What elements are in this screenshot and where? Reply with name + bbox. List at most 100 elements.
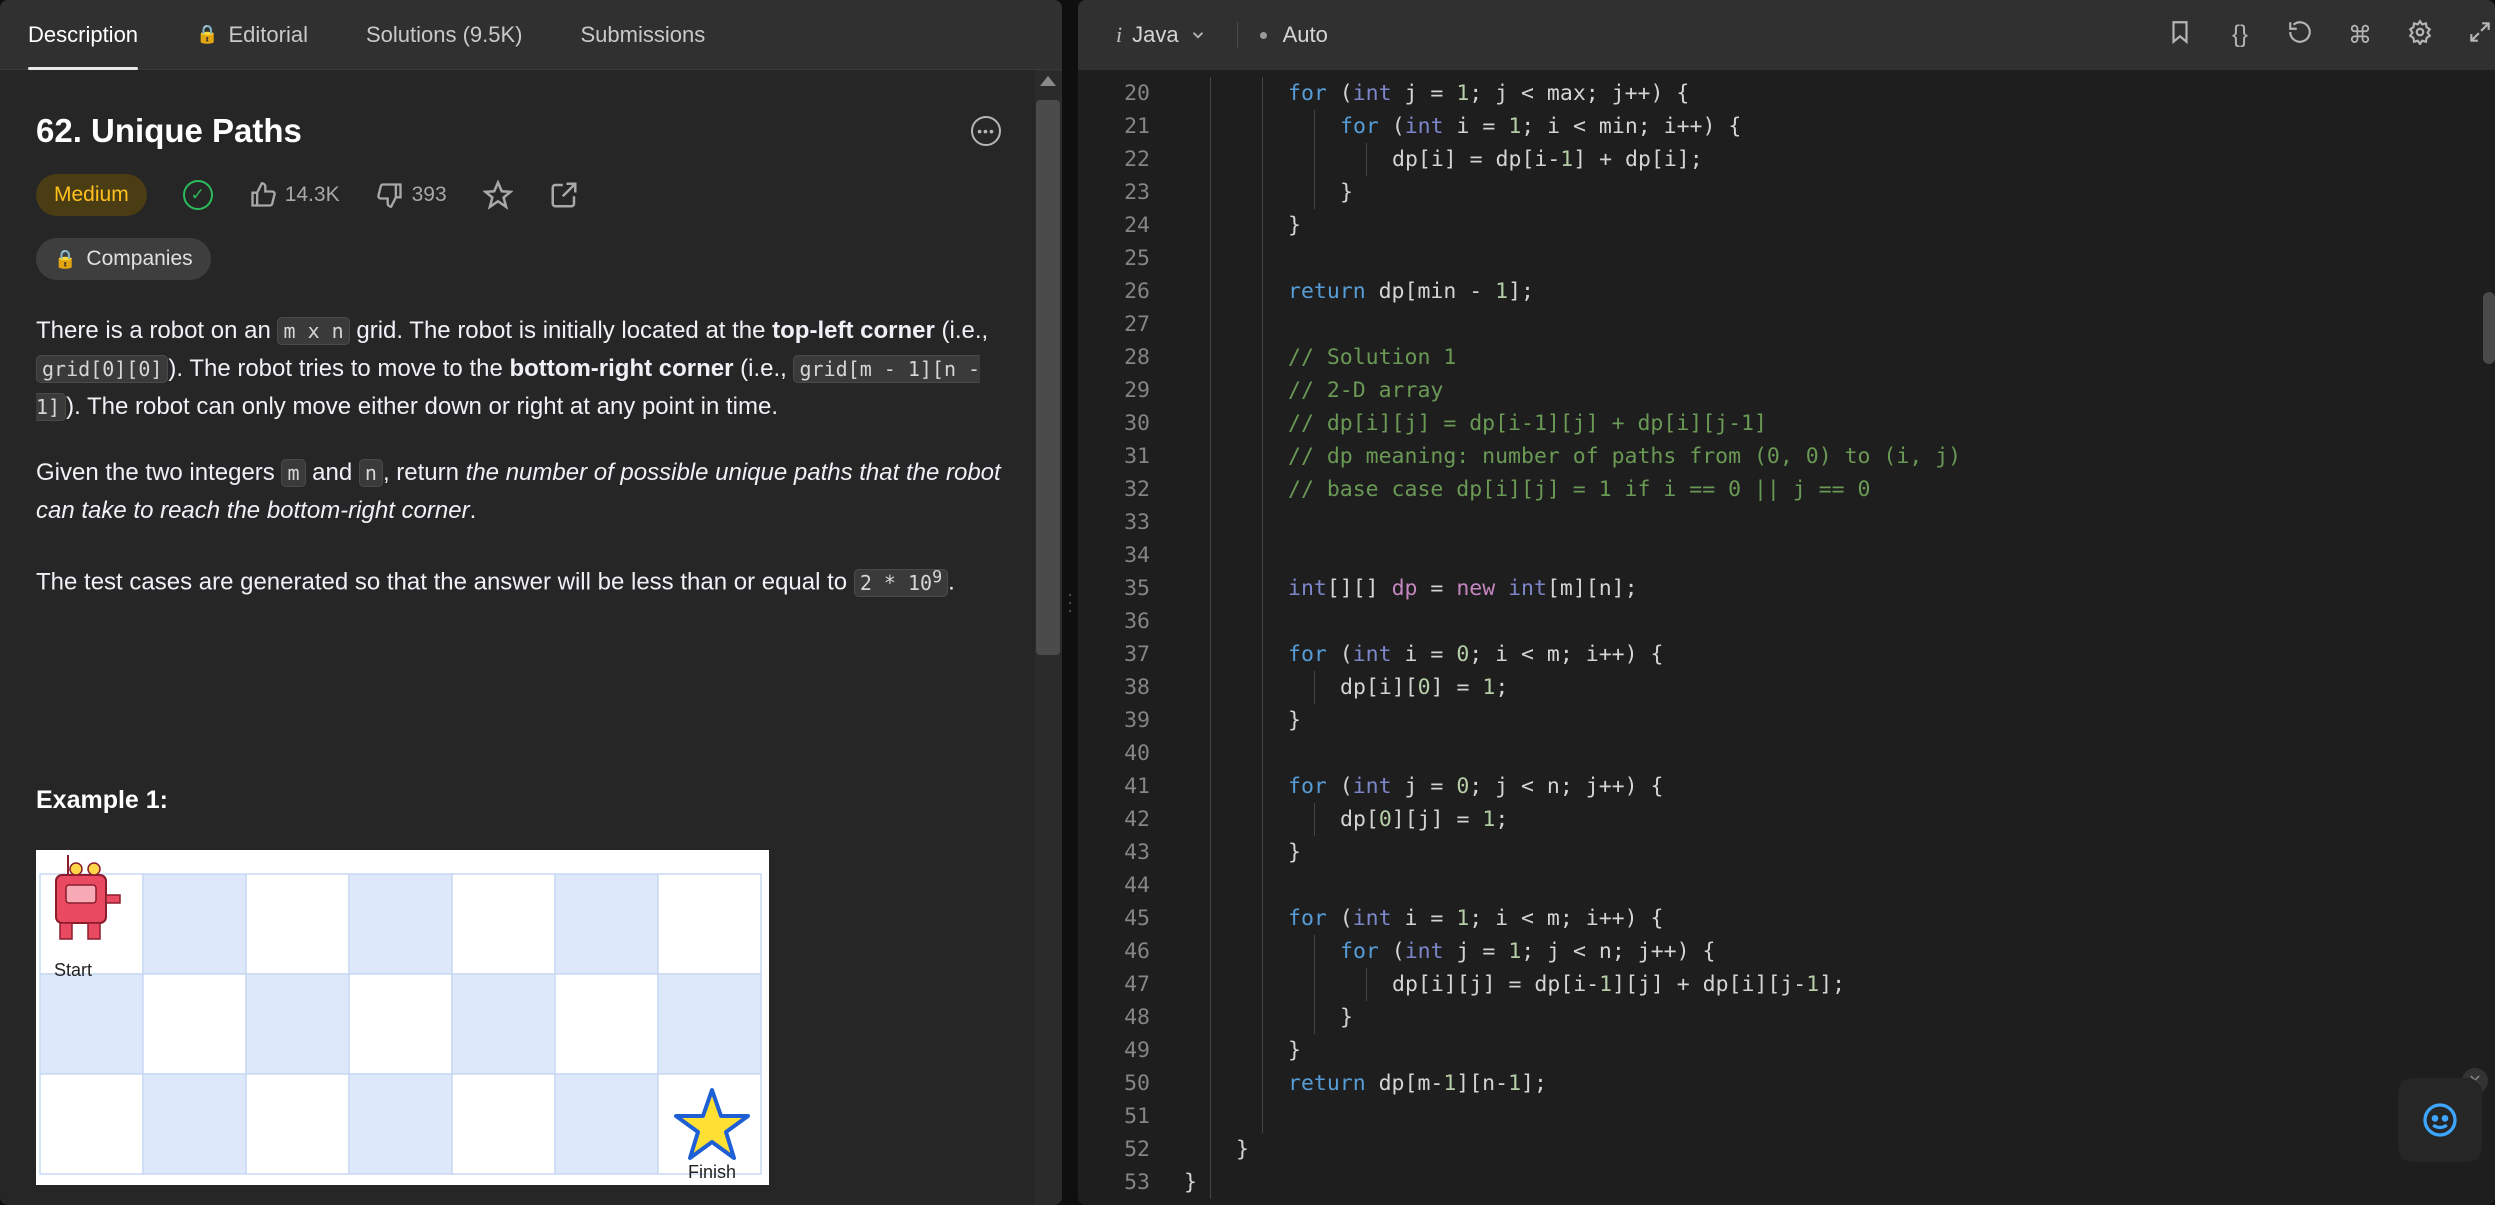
bookmark-icon[interactable] xyxy=(2165,19,2195,52)
expand-icon[interactable] xyxy=(2465,19,2495,52)
star-icon xyxy=(482,180,513,210)
line-number: 25 xyxy=(1124,246,1150,271)
code-text: dp[i] = dp[i-1] + dp[i]; xyxy=(1392,147,1703,172)
inline-code: m xyxy=(281,459,306,487)
language-label: Java xyxy=(1132,22,1179,47)
editor-tools: {} ⌘ xyxy=(2165,0,2495,70)
start-label: Start xyxy=(54,960,92,980)
tab-description[interactable]: Description xyxy=(28,0,139,70)
description-panel: Description 🔒 Editorial Solutions (9.5K) … xyxy=(0,0,1062,1205)
line-number: 50 xyxy=(1124,1071,1150,1096)
format-braces-icon[interactable]: {} xyxy=(2225,21,2255,49)
language-selector[interactable]: i Java xyxy=(1116,22,1207,48)
more-options-icon[interactable]: ••• xyxy=(971,116,1001,146)
line-number: 49 xyxy=(1124,1038,1150,1063)
code-text: // dp meaning: number of paths from (0, … xyxy=(1288,444,1962,469)
grid-cell xyxy=(348,1073,453,1175)
example-title: Example 1: xyxy=(36,786,169,814)
code-text: } xyxy=(1236,1137,1249,1162)
editor-scrollbar-thumb[interactable] xyxy=(2483,292,2495,364)
grid-cell xyxy=(245,1073,350,1175)
indent-guide xyxy=(1210,77,1211,1199)
line-number: 47 xyxy=(1124,972,1150,997)
line-number: 52 xyxy=(1124,1137,1150,1162)
status-dot-icon xyxy=(1259,31,1267,39)
grid-cell xyxy=(142,973,247,1075)
tab-label: Submissions xyxy=(580,21,706,47)
solved-status: ✓ xyxy=(182,180,213,210)
line-number: 40 xyxy=(1124,741,1150,766)
code-text: for (int j = 1; j < n; j++) { xyxy=(1340,939,1716,964)
chevron-down-icon xyxy=(1192,32,1203,39)
favorite-button[interactable] xyxy=(482,180,513,210)
code-text: for (int i = 1; i < min; i++) { xyxy=(1340,114,1742,139)
reset-icon[interactable] xyxy=(2285,19,2315,52)
code-text: for (int j = 0; j < n; j++) { xyxy=(1288,774,1664,799)
grid-cell xyxy=(657,973,762,1075)
share-icon xyxy=(551,182,577,208)
line-number: 37 xyxy=(1124,642,1150,667)
inline-code: m x n xyxy=(277,317,350,345)
line-number: 33 xyxy=(1124,510,1150,535)
companies-label: Companies xyxy=(86,247,193,270)
code-text: dp[0][j] = 1; xyxy=(1340,807,1509,832)
code-text: } xyxy=(1184,1170,1197,1195)
scroll-up-arrow-icon[interactable] xyxy=(1040,76,1056,86)
problem-description: There is a robot on an m x n grid. The r… xyxy=(36,312,1001,602)
tab-solutions[interactable]: Solutions (9.5K) xyxy=(366,0,523,70)
feedback-chat-button[interactable] xyxy=(2398,1078,2482,1162)
code-text: int[][] dp = new int[m][n]; xyxy=(1288,576,1638,601)
tab-submissions[interactable]: Submissions xyxy=(580,0,705,70)
share-button[interactable] xyxy=(549,180,579,210)
code-text: for (int i = 0; i < m; i++) { xyxy=(1288,642,1664,667)
grid-cell xyxy=(39,1073,144,1175)
line-number: 41 xyxy=(1124,774,1150,799)
companies-tag[interactable]: 🔒 Companies xyxy=(36,238,211,280)
code-text: } xyxy=(1288,213,1301,238)
code-editor[interactable]: 20 for (int j = 1; j < max; j++) {21 for (… xyxy=(1078,70,2495,1205)
dislike-button[interactable]: 393 xyxy=(376,181,447,209)
grid-cell xyxy=(142,1073,247,1175)
likes-count: 14.3K xyxy=(284,183,340,206)
panel-tabs: Description 🔒 Editorial Solutions (9.5K) … xyxy=(0,0,1062,70)
chat-bot-icon xyxy=(2423,1103,2457,1137)
indent-guide xyxy=(1314,803,1315,836)
description-paragraph: The test cases are generated so that the… xyxy=(36,567,955,597)
like-button[interactable]: 14.3K xyxy=(249,181,340,209)
editor-toolbar: i Java Auto {} ⌘ xyxy=(1078,0,2495,70)
autocomplete-mode[interactable]: Auto xyxy=(1283,22,1328,48)
inline-code: grid[0][0] xyxy=(36,355,169,383)
indent-guide xyxy=(1262,77,1263,1133)
code-text: } xyxy=(1340,180,1353,205)
problem-meta: Medium ✓ 14.3K 393 xyxy=(36,172,1001,218)
line-number: 29 xyxy=(1124,378,1150,403)
line-number: 27 xyxy=(1124,312,1150,337)
grid-cell xyxy=(348,973,453,1075)
info-icon: i xyxy=(1116,22,1123,47)
dislikes-count: 393 xyxy=(411,183,447,206)
line-number: 44 xyxy=(1124,873,1150,898)
description-paragraph: There is a robot on an m x n grid. The r… xyxy=(36,317,989,421)
line-number: 31 xyxy=(1124,444,1150,469)
indent-guide xyxy=(1366,968,1367,1001)
grid-cell xyxy=(554,873,659,975)
grid-cell xyxy=(554,973,659,1075)
code-text: for (int j = 1; j < max; j++) { xyxy=(1288,81,1690,106)
drag-handle-icon[interactable]: · · · xyxy=(1067,585,1073,619)
scrollbar-thumb[interactable] xyxy=(1036,100,1060,655)
command-icon[interactable]: ⌘ xyxy=(2345,21,2375,50)
indent-guide xyxy=(1314,671,1315,704)
line-number: 42 xyxy=(1124,807,1150,832)
line-number: 20 xyxy=(1124,81,1150,106)
grid-cell xyxy=(451,1073,556,1175)
code-text: // 2-D array xyxy=(1288,378,1444,403)
line-number: 30 xyxy=(1124,411,1150,436)
description-paragraph: Given the two integers m and n, return t… xyxy=(36,459,1001,524)
line-number: 28 xyxy=(1124,345,1150,370)
gear-icon[interactable] xyxy=(2405,18,2435,52)
finish-label: Finish xyxy=(688,1162,736,1182)
code-text: // base case dp[i][j] = 1 if i == 0 || j… xyxy=(1288,477,1871,502)
tab-editorial[interactable]: 🔒 Editorial xyxy=(196,0,308,70)
line-number: 48 xyxy=(1124,1005,1150,1030)
lock-icon: 🔒 xyxy=(54,248,77,269)
